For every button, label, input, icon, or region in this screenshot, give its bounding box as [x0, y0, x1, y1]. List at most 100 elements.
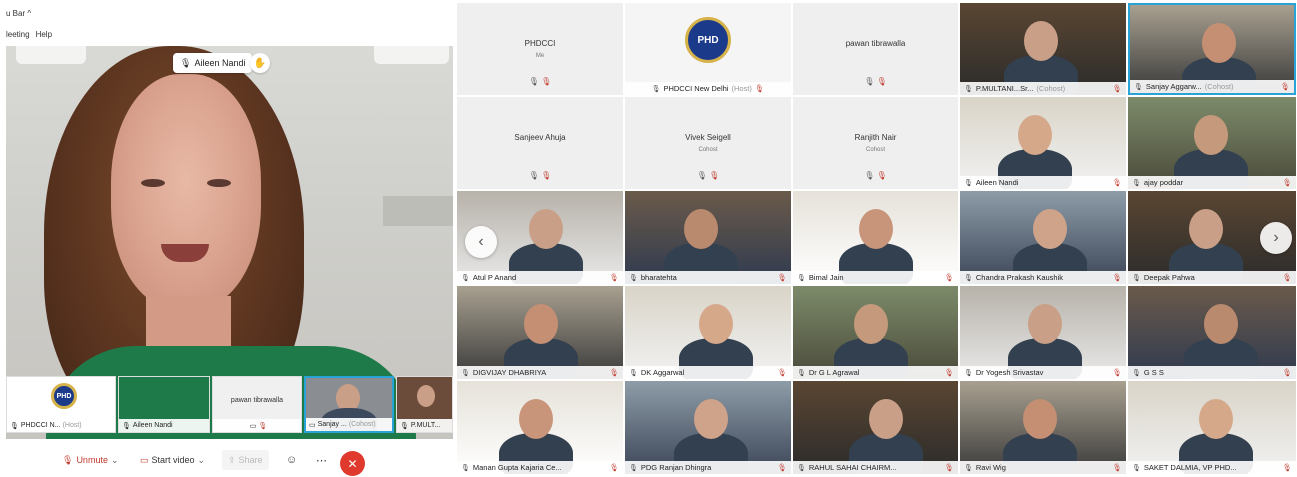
share-button[interactable]: ⇪ Share — [222, 450, 269, 470]
participant-tile[interactable]: Vivek Seigell Cohost 🎙 🎙 — [625, 97, 791, 189]
participant-tile[interactable]: 🎙 bharatehta 🎙 — [625, 191, 791, 284]
participant-name: PDG Ranjan Dhingra — [640, 463, 712, 472]
participant-tile[interactable]: 🎙 Dr G L Agrawal 🎙 — [793, 286, 958, 379]
participant-role: Cohost — [865, 147, 885, 153]
participant-head — [1202, 23, 1236, 63]
participant-tile[interactable]: 🎙 ajay poddar 🎙 — [1128, 97, 1296, 189]
phd-logo: PHD — [51, 383, 77, 409]
mic-muted-icon: 🎙 — [709, 171, 720, 180]
participant-status-icons: 🎙 🎙 — [457, 77, 623, 86]
mic-icon: 🎙 — [461, 464, 470, 472]
gallery-view: PHDCCI Me 🎙 🎙 PHD 🎙 PHDCCI New Delhi (Host) 🎙 pa… — [457, 0, 1297, 477]
mic-icon: 🎙 — [864, 171, 875, 180]
hand-icon[interactable]: ✋ — [250, 53, 270, 73]
window-light — [16, 46, 86, 64]
wall-stripe — [383, 196, 453, 226]
participant-tile[interactable]: 🎙 DK Aggarwal 🎙 — [625, 286, 791, 379]
strip-tile-label: 🎙 PHDCCI N... (Host) — [7, 419, 115, 432]
participant-head — [1028, 304, 1062, 344]
participant-name: Ravi Wig — [975, 463, 1006, 472]
participant-tile[interactable]: 🎙 Ravi Wig 🎙 — [960, 381, 1126, 474]
start-video-button[interactable]: ▭ Start video ⌄ — [140, 450, 205, 470]
participant-tile[interactable]: 🎙 Bimal Jain 🎙 — [793, 191, 958, 284]
menu-header[interactable]: u Bar ^ — [6, 9, 31, 18]
strip-tile-label: ▭ Sanjay ... (Cohost) — [306, 418, 392, 431]
mic-icon: 🎙 — [1132, 274, 1141, 282]
mic-muted-icon: 🎙 — [1282, 368, 1292, 377]
tile-name-bar: 🎙 Sanjay Aggarw... (Cohost) 🎙 — [1130, 80, 1294, 93]
participant-tile[interactable]: 🎙 DIGVIJAY DHABRIYA 🎙 — [457, 286, 623, 379]
strip-tile-host[interactable]: PHD 🎙 PHDCCI N... (Host) — [6, 376, 116, 433]
unmute-button[interactable]: 🎙 Unmute ⌄ — [62, 450, 119, 470]
speaker-name: Aileen Nandi — [194, 58, 246, 68]
emoji-icon[interactable]: ☺ — [286, 450, 297, 470]
more-icon[interactable]: ⋯ — [316, 450, 327, 470]
mic-muted-icon: 🎙 — [1282, 178, 1292, 187]
tile-name-bar: 🎙 ajay poddar 🎙 — [1128, 176, 1296, 189]
participant-tile[interactable]: 🎙 SAKET DALMIA, VP PHD... 🎙 — [1128, 381, 1296, 474]
participant-tile[interactable]: PHDCCI Me 🎙 🎙 — [457, 3, 623, 95]
participant-name: Vivek Seigell — [685, 133, 731, 142]
participant-tile[interactable]: 🎙 RAHUL SAHAI CHAIRM... 🎙 — [793, 381, 958, 474]
participant-tile[interactable]: 🎙 Dr Yogesh Srivastav 🎙 — [960, 286, 1126, 379]
tile-name-bar: 🎙 PHDCCI New Delhi (Host) 🎙 — [625, 82, 791, 95]
participant-tile[interactable]: 🎙 G S S 🎙 — [1128, 286, 1296, 379]
tile-name-bar: 🎙 Deepak Pahwa 🎙 — [1128, 271, 1296, 284]
participant-tile[interactable]: 🎙 Chandra Prakash Kaushik 🎙 — [960, 191, 1126, 284]
mic-muted-icon: 🎙 — [876, 171, 887, 180]
mic-icon: 🎙 — [180, 57, 192, 68]
participant-tile[interactable]: 🎙 P.MULTANI...Sr... (Cohost) 🎙 — [960, 3, 1126, 95]
participant-tile[interactable]: PHD 🎙 PHDCCI New Delhi (Host) 🎙 — [625, 3, 791, 95]
participant-name: RAHUL SAHAI CHAIRM... — [808, 463, 897, 472]
participant-name: Dr Yogesh Srivastav — [975, 368, 1044, 377]
menu-meeting[interactable]: leeting — [6, 30, 30, 39]
tile-name-bar: 🎙 DIGVIJAY DHABRIYA 🎙 — [457, 366, 623, 379]
video-off-icon: ▭ — [140, 454, 149, 465]
mic-muted-icon: 🎙 — [541, 171, 552, 180]
video-off-icon: ▭ — [309, 421, 316, 429]
chevron-right-icon[interactable]: › — [1260, 222, 1292, 254]
mic-icon: 🎙 — [696, 171, 707, 180]
participant-tile[interactable]: Ranjith Nair Cohost 🎙 🎙 — [793, 97, 958, 189]
mic-muted-icon: 🎙 — [1112, 368, 1122, 377]
tile-name-bar: 🎙 Ravi Wig 🎙 — [960, 461, 1126, 474]
participant-head — [694, 399, 728, 439]
menu-help[interactable]: Help — [36, 30, 52, 39]
participant-name: SAKET DALMIA, VP PHD... — [1143, 463, 1237, 472]
participant-tile[interactable]: Sanjeev Ahuja 🎙 🎙 — [457, 97, 623, 189]
strip-tile-pawan[interactable]: pawan tibrawalla ▭ 🎙 — [212, 376, 302, 433]
chevron-down-icon[interactable]: ⌄ — [111, 455, 119, 466]
mic-muted-icon: 🎙 — [1112, 463, 1122, 472]
participant-tile[interactable]: 🎙 Aileen Nandi 🎙 — [960, 97, 1126, 189]
participant-head — [869, 399, 903, 439]
participant-head — [1033, 209, 1067, 249]
participant-tile[interactable]: pawan tibrawalla 🎙 🎙 — [793, 3, 958, 95]
mic-muted-icon: 🎙 — [609, 273, 619, 282]
mic-icon: 🎙 — [10, 422, 19, 430]
mic-muted-icon: 🎙 — [541, 77, 552, 86]
mic-icon: 🎙 — [528, 77, 539, 86]
mic-muted-icon: 🎙 — [944, 273, 954, 282]
participant-head — [1199, 399, 1233, 439]
participant-tile[interactable]: 🎙 Sanjay Aggarw... (Cohost) 🎙 — [1128, 3, 1296, 95]
window-light — [374, 46, 449, 64]
mic-icon: 🎙 — [1132, 369, 1141, 377]
mic-muted-icon: 🎙 — [777, 463, 787, 472]
participant-tile[interactable]: 🎙 Manan Gupta Kajaria Ce... 🎙 — [457, 381, 623, 474]
mic-icon: 🎙 — [651, 85, 661, 93]
strip-tile-aileen[interactable]: 🎙 Aileen Nandi — [118, 376, 210, 433]
mic-muted-icon: 🎙 — [754, 84, 765, 93]
chevron-left-icon[interactable]: ‹ — [465, 226, 497, 258]
participant-tile[interactable]: 🎙 PDG Ranjan Dhingra 🎙 — [625, 381, 791, 474]
tile-name-bar: 🎙 P.MULTANI...Sr... (Cohost) 🎙 — [960, 82, 1126, 95]
mic-muted-icon: 🎙 — [944, 368, 954, 377]
close-icon[interactable]: ✕ — [340, 451, 365, 476]
tile-name-bar: 🎙 Aileen Nandi 🎙 — [960, 176, 1126, 189]
mic-muted-icon: 🎙 — [777, 273, 787, 282]
participant-name: pawan tibrawalla — [845, 39, 906, 48]
chevron-down-icon[interactable]: ⌄ — [198, 455, 206, 466]
strip-tile-pmultani[interactable]: 🎙 P.MULT... — [396, 376, 453, 433]
strip-tile-sanjay[interactable]: ▭ Sanjay ... (Cohost) — [304, 376, 394, 433]
mic-icon: 🎙 — [461, 274, 470, 282]
video-off-icon: ▭ — [249, 422, 257, 430]
